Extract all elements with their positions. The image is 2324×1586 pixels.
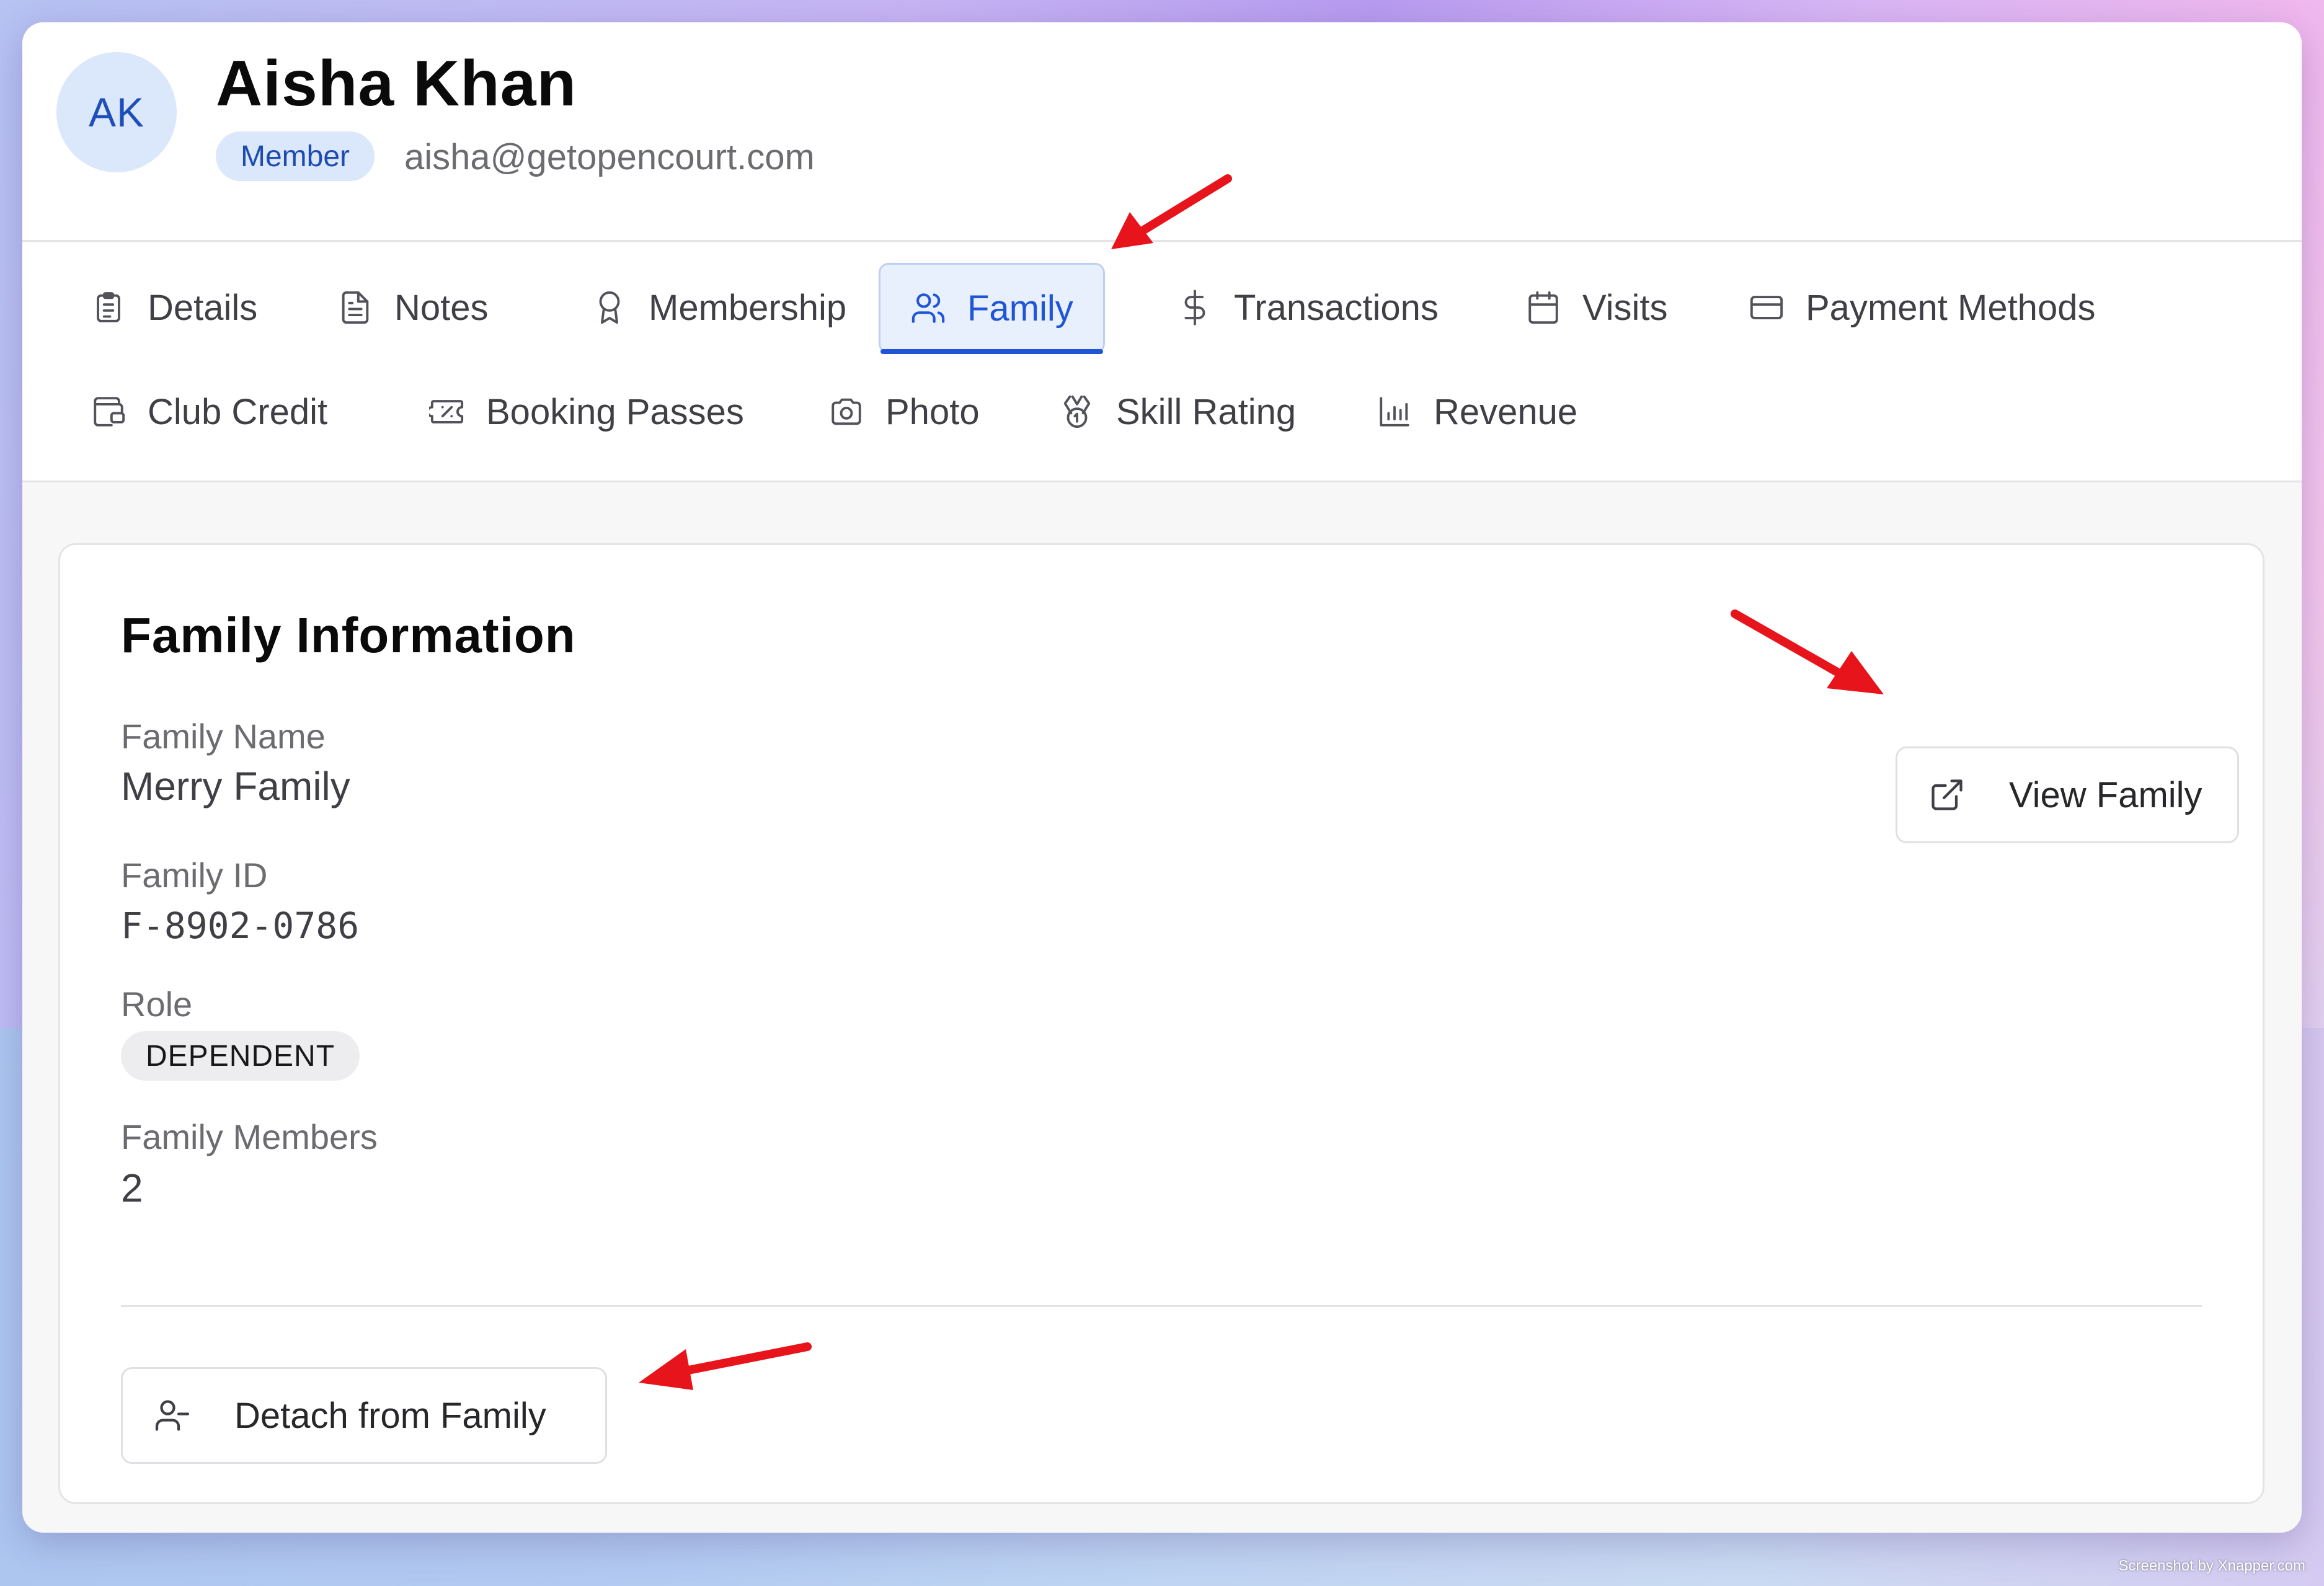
family-information-card: Family Information Family Name Merry Fam… (58, 543, 2264, 1504)
calendar-icon (1525, 290, 1561, 326)
family-members-label: Family Members (121, 1117, 378, 1156)
member-role-badge: Member (216, 131, 375, 181)
tab-photo-label: Photo (885, 391, 980, 432)
role-badge: DEPENDENT (121, 1031, 360, 1081)
annotation-arrow-icon (639, 1342, 812, 1390)
member-name: Aisha Khan (216, 48, 577, 120)
view-family-button[interactable]: View Family (1896, 746, 2239, 843)
bar-chart-icon (1377, 394, 1413, 430)
wallet-icon (91, 394, 126, 430)
view-family-label: View Family (2009, 774, 2202, 815)
watermark: Screenshot by Xnapper.com (2118, 1557, 2305, 1574)
card-title: Family Information (121, 608, 576, 663)
tab-notes[interactable]: Notes (337, 262, 489, 353)
tab-payment-methods-label: Payment Methods (1806, 287, 2096, 328)
tab-family[interactable]: Family (879, 263, 1105, 354)
member-email: aisha@getopencourt.com (404, 137, 815, 177)
annotation-arrow-icon (1731, 609, 1884, 694)
tab-membership[interactable]: Membership (592, 262, 846, 353)
family-id-label: Family ID (121, 856, 268, 895)
tab-details-label: Details (148, 287, 258, 328)
role-label: Role (121, 985, 193, 1024)
medal-icon (1059, 394, 1095, 430)
user-minus-icon (154, 1397, 191, 1434)
section-divider (121, 1305, 2202, 1307)
tab-payment-methods[interactable]: Payment Methods (1749, 262, 2095, 353)
family-id-value: F-8902-0786 (121, 905, 360, 947)
family-members-count: 2 (121, 1166, 143, 1210)
profile-tabs: Details Notes Membership Family Transact… (22, 242, 2302, 482)
award-ribbon-icon (592, 290, 628, 326)
family-name-label: Family Name (121, 717, 326, 756)
tab-visits-label: Visits (1582, 287, 1668, 328)
document-icon (337, 290, 373, 326)
tab-booking-passes[interactable]: Booking Passes (429, 366, 744, 457)
clipboard-icon (91, 290, 126, 326)
tab-skill-rating-label: Skill Rating (1116, 391, 1297, 432)
detach-from-family-label: Detach from Family (234, 1395, 546, 1436)
tab-notes-label: Notes (394, 287, 489, 328)
tab-visits[interactable]: Visits (1525, 262, 1668, 353)
dollar-icon (1177, 290, 1213, 326)
tab-skill-rating[interactable]: Skill Rating (1059, 366, 1296, 457)
tab-revenue[interactable]: Revenue (1377, 366, 1577, 457)
tab-transactions-label: Transactions (1234, 287, 1439, 328)
users-icon (910, 290, 946, 326)
tab-details[interactable]: Details (91, 262, 257, 353)
tab-club-credit-label: Club Credit (148, 391, 328, 432)
family-name-value: Merry Family (121, 764, 350, 809)
tab-transactions[interactable]: Transactions (1177, 262, 1439, 353)
tab-booking-passes-label: Booking Passes (486, 391, 744, 432)
annotation-arrow-icon (1111, 174, 1232, 249)
external-link-icon (1928, 776, 1966, 813)
credit-card-icon (1749, 290, 1785, 326)
tab-club-credit[interactable]: Club Credit (91, 366, 327, 457)
tab-membership-label: Membership (649, 287, 847, 328)
ticket-icon (429, 394, 465, 430)
tab-revenue-label: Revenue (1434, 391, 1578, 432)
detach-from-family-button[interactable]: Detach from Family (121, 1367, 607, 1464)
tab-photo[interactable]: Photo (828, 366, 980, 457)
avatar: AK (56, 52, 177, 172)
camera-icon (828, 394, 864, 430)
tab-family-label: Family (967, 288, 1073, 329)
